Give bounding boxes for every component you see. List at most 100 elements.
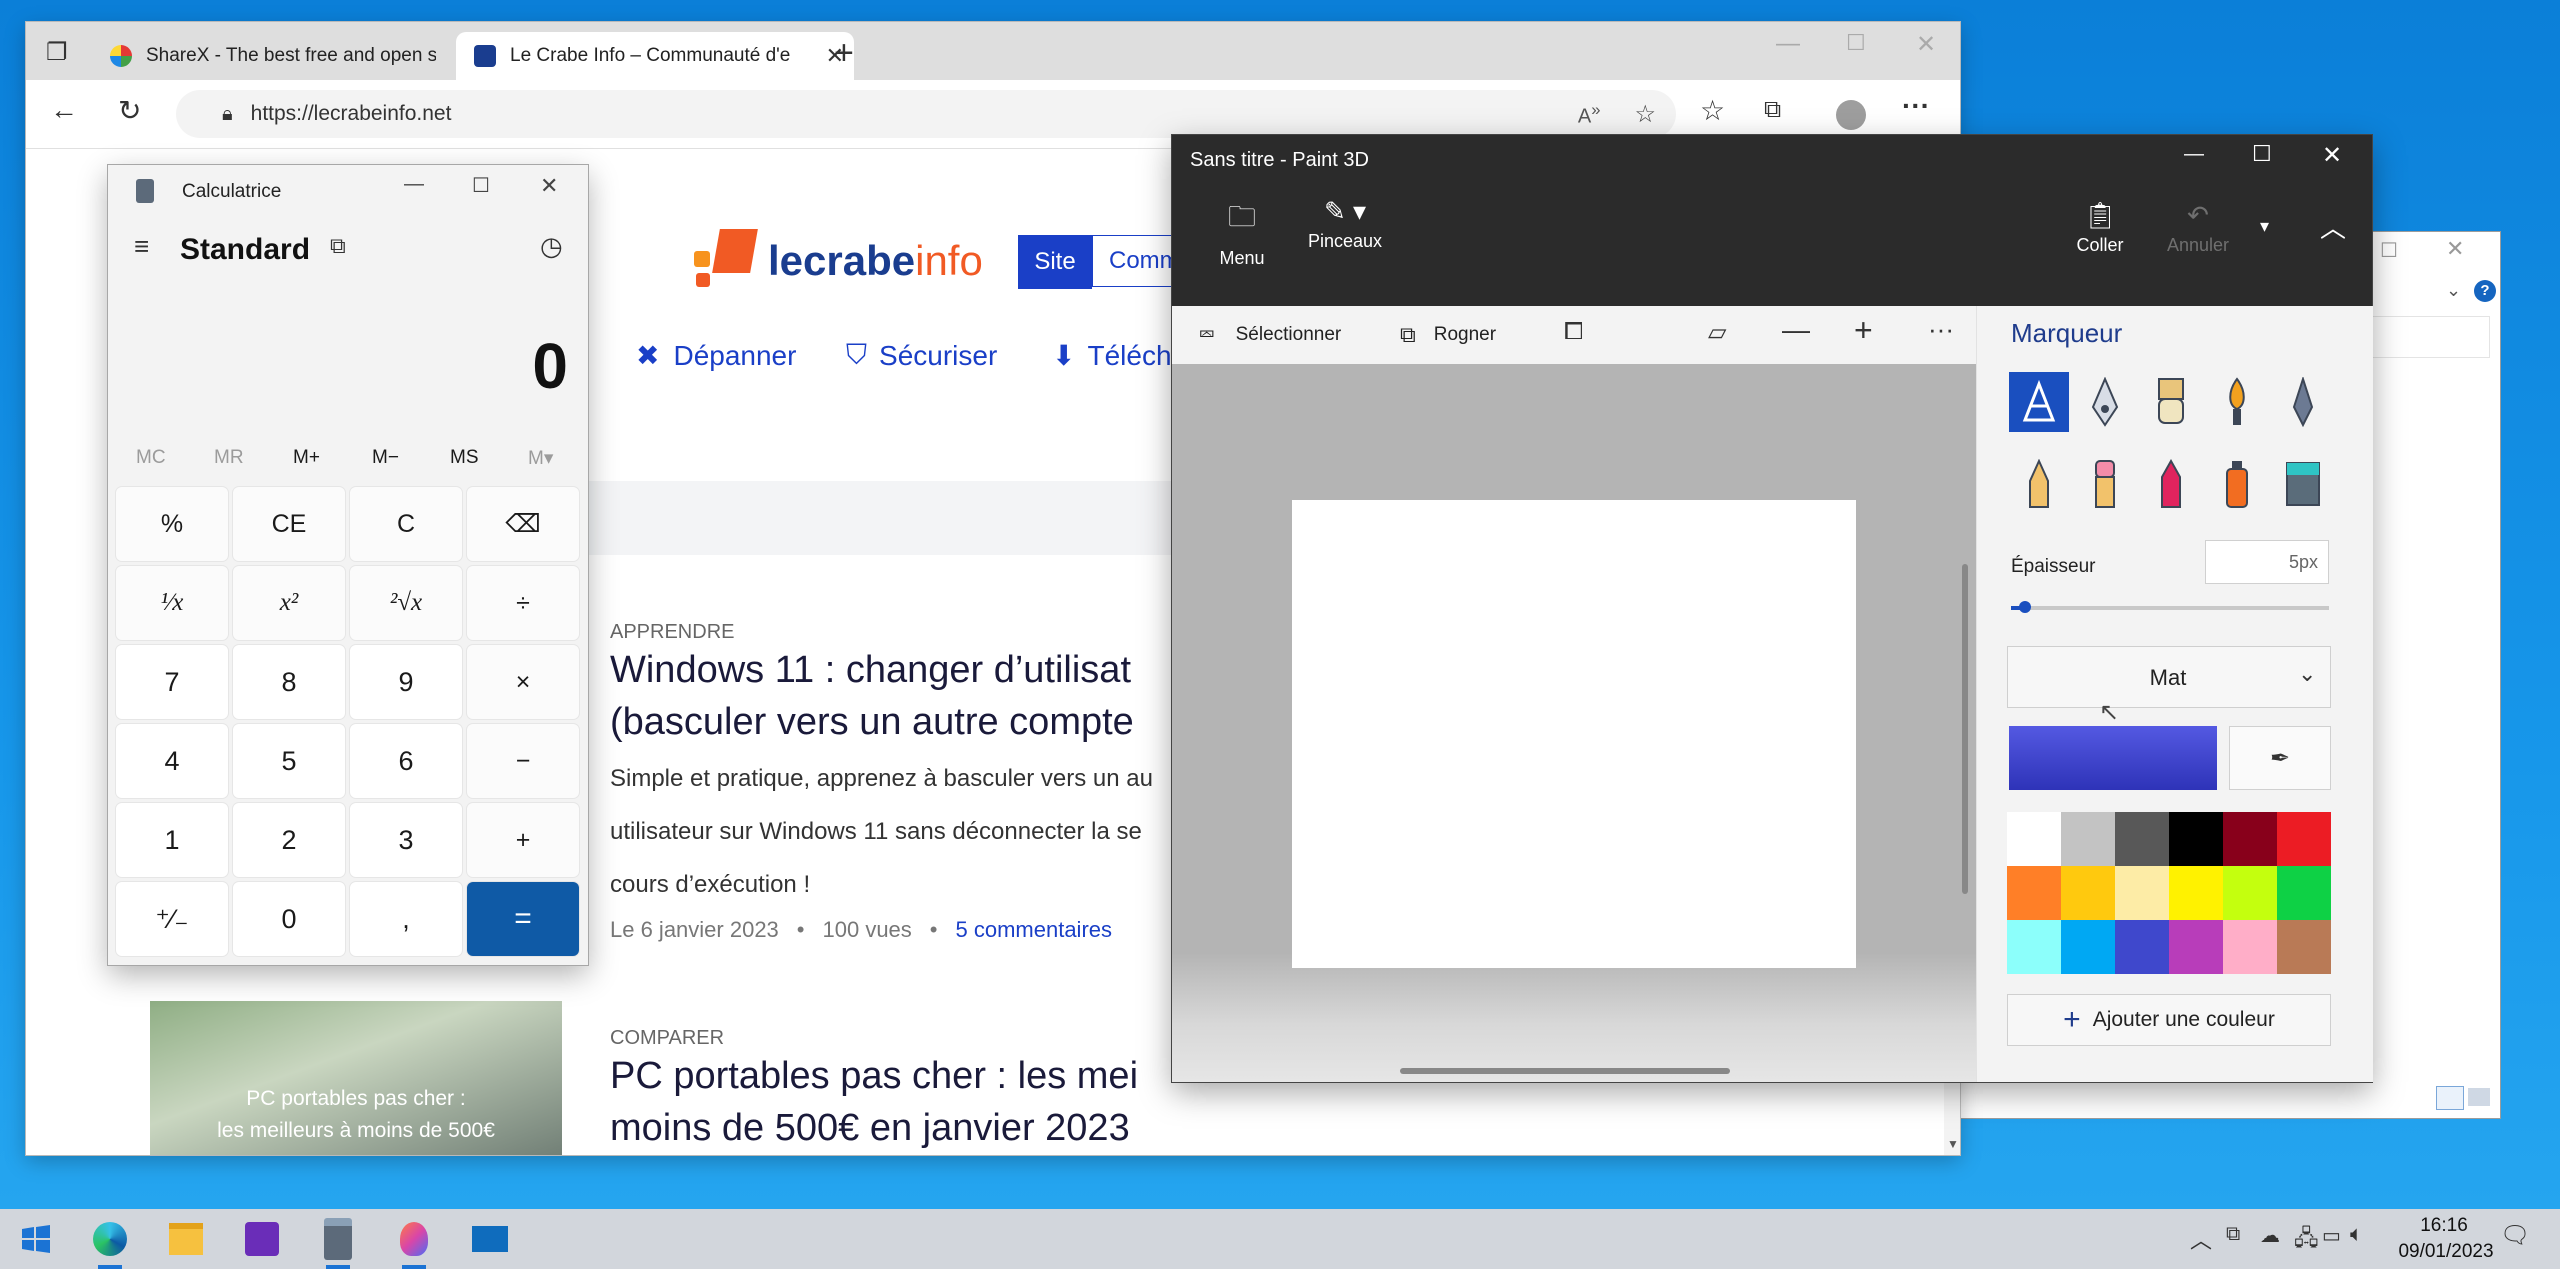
equals-button[interactable]: = [467,882,579,956]
paste-button[interactable]: 📋︎ Coller [2052,200,2148,256]
menu-depanner[interactable]: ✖ Dépanner [636,339,796,372]
color-swatch[interactable] [2223,920,2277,974]
collections-icon[interactable]: ⧉ [1764,96,1781,124]
digit-9-button[interactable]: 9 [350,645,462,719]
mail-icon[interactable] [470,1219,510,1259]
minimize-icon[interactable]: — [1776,30,1800,58]
color-swatch[interactable] [2277,920,2331,974]
show-hidden-icons-icon[interactable]: ︿ [2190,1223,2212,1255]
back-icon[interactable]: ← [50,94,78,126]
color-swatch[interactable] [2169,866,2223,920]
memory-subtract-button[interactable]: M− [372,447,399,469]
settings-more-icon[interactable]: ··· [1902,90,1930,122]
site-logo[interactable]: lecrabe info [694,229,983,293]
subtract-button[interactable]: − [467,724,579,798]
maximize-icon[interactable]: ☐ [1846,30,1866,56]
calculator-taskbar-icon[interactable] [318,1218,358,1260]
view-3d-icon[interactable]: ⏥ [1708,318,1726,347]
profile-avatar[interactable] [1836,100,1866,130]
color-swatch[interactable] [2115,812,2169,866]
collapse-ribbon-icon[interactable]: ︿ [2320,208,2346,245]
square-root-button[interactable]: ²√x [350,566,462,640]
negate-button[interactable]: ⁺⁄₋ [116,882,228,956]
memory-list-button[interactable]: M▾ [528,447,553,470]
memory-add-button[interactable]: M+ [293,447,320,469]
nav-site-button[interactable]: Site [1018,235,1092,289]
divide-button[interactable]: ÷ [467,566,579,640]
color-swatch[interactable] [2277,866,2331,920]
digit-8-button[interactable]: 8 [233,645,345,719]
close-icon[interactable]: ✕ [2446,236,2464,262]
lock-icon[interactable]: 🔒︎ [222,103,233,126]
url-field[interactable]: 🔒︎ https://lecrabeinfo.net A» ☆ [176,90,1676,138]
history-dropdown-icon[interactable]: ▾ [2260,216,2269,237]
pixel-pen-brush[interactable] [2273,372,2333,432]
digit-3-button[interactable]: 3 [350,803,462,877]
undo-button[interactable]: ↶ Annuler [2148,200,2248,256]
color-swatch[interactable] [2061,812,2115,866]
file-explorer-icon[interactable] [166,1219,206,1259]
article-title-line[interactable]: (basculer vers un autre compte [610,701,1134,744]
eyedropper-button[interactable]: ✒ [2229,726,2331,790]
watercolor-brush[interactable] [2207,372,2267,432]
magic-select-icon[interactable]: ⧠ [1564,318,1583,346]
article-title-line[interactable]: PC portables pas cher : les mei [610,1055,1138,1098]
edge-icon[interactable] [90,1219,130,1259]
new-tab-button[interactable]: + [834,34,854,73]
digit-0-button[interactable]: 0 [233,882,345,956]
keep-on-top-icon[interactable]: ⧉ [330,233,346,259]
nav-community-button[interactable]: Comm [1092,235,1180,287]
thickness-slider[interactable] [2011,601,2329,613]
close-icon[interactable]: ✕ [2322,141,2342,170]
clear-button[interactable]: C [350,487,462,561]
current-color-swatch[interactable] [2009,726,2217,790]
clock-date[interactable]: 09/01/2023 [2396,1241,2496,1263]
horizontal-scrollbar[interactable] [1400,1068,1730,1074]
volume-icon[interactable]: 🔈︎ [2350,1221,2363,1247]
color-swatch[interactable] [2115,866,2169,920]
color-swatch[interactable] [2007,866,2061,920]
digit-5-button[interactable]: 5 [233,724,345,798]
network-icon[interactable]: 🖧 [2294,1221,2319,1259]
color-swatch[interactable] [2061,866,2115,920]
article-title-line[interactable]: Windows 11 : changer d’utilisat [610,649,1131,692]
refresh-icon[interactable]: ↻ [118,94,141,127]
scroll-down-icon[interactable]: ▼ [1947,1137,1959,1151]
drawing-canvas[interactable] [1292,500,1856,968]
read-aloud-icon[interactable]: A» [1578,100,1601,129]
thickness-input[interactable]: 5px [2205,540,2329,584]
history-icon[interactable]: ◷ [540,231,563,262]
paint3d-taskbar-icon[interactable] [394,1219,434,1259]
digit-4-button[interactable]: 4 [116,724,228,798]
tray-onedrive-icon[interactable]: ☁ [2260,1223,2280,1248]
decimal-button[interactable]: , [350,882,462,956]
digit-7-button[interactable]: 7 [116,645,228,719]
menu-button[interactable]: 🗀 Menu [1194,196,1290,269]
add-button[interactable]: + [467,803,579,877]
color-swatch[interactable] [2169,920,2223,974]
clock-time[interactable]: 16:16 [2404,1215,2484,1237]
marker-brush[interactable] [2009,372,2069,432]
color-swatch[interactable] [2061,920,2115,974]
calligraphy-pen-brush[interactable] [2075,372,2135,432]
memory-clear-button[interactable]: MC [136,447,166,469]
maximize-icon[interactable]: ☐ [472,173,490,198]
canvas-area[interactable] [1172,364,1976,1082]
color-swatch[interactable] [2169,812,2223,866]
menu-securiser[interactable]: ⛉ Sécuriser [846,339,997,372]
vertical-scrollbar[interactable] [1962,564,1968,894]
eraser-brush[interactable] [2075,454,2135,514]
article-category[interactable]: APPRENDRE [610,621,734,644]
tray-app-icon[interactable]: ⧉ [2226,1223,2240,1246]
reciprocal-button[interactable]: ¹⁄x [116,566,228,640]
close-icon[interactable]: ✕ [1916,30,1936,59]
add-color-button[interactable]: + Ajouter une couleur [2007,994,2331,1046]
dropdown-icon[interactable]: ⌄ [2446,280,2461,301]
tab-actions-icon[interactable]: ❐ [46,38,68,67]
add-favorite-icon[interactable]: ☆ [1634,100,1656,129]
memory-store-button[interactable]: MS [450,447,479,469]
article-title-line[interactable]: moins de 500€ en janvier 2023 [610,1107,1130,1150]
battery-icon[interactable]: ▭ [2322,1223,2341,1248]
spray-can-brush[interactable] [2207,454,2267,514]
details-view-icon[interactable] [2436,1086,2464,1110]
